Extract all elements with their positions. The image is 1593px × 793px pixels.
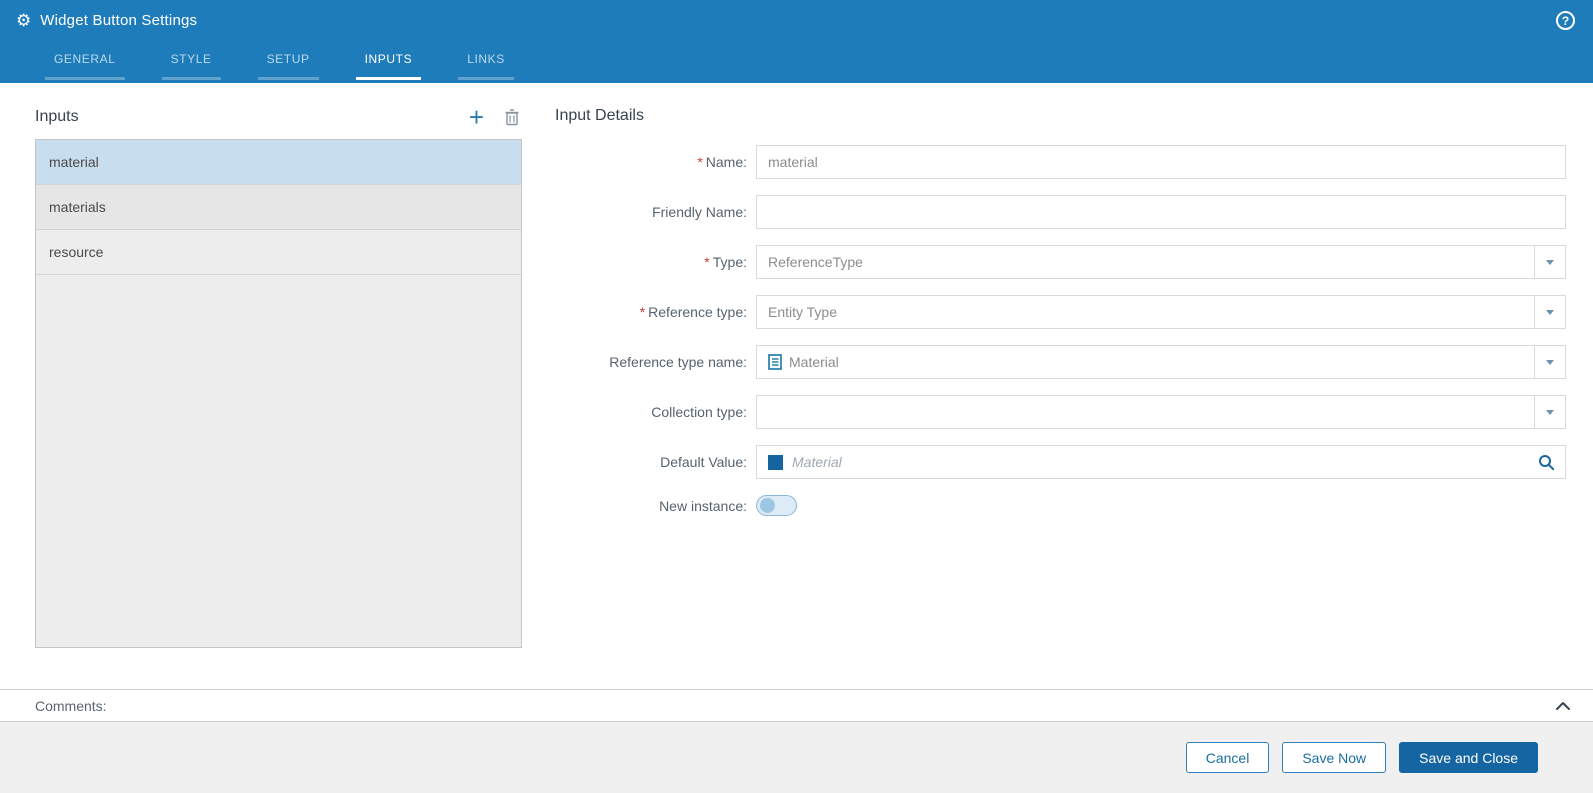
reference-type-name-dropdown-caret-box[interactable]: [1534, 346, 1565, 378]
collection-type-row: Collection type:: [555, 395, 1566, 429]
gear-icon: ⚙: [16, 11, 32, 30]
reference-type-dropdown-value: Entity Type: [768, 304, 838, 320]
chevron-up-icon[interactable]: [1555, 701, 1571, 711]
type-row: * Type: ReferenceType: [555, 245, 1566, 279]
type-label: * Type:: [704, 254, 747, 270]
chevron-down-icon: [1546, 359, 1554, 365]
collection-type-dropdown-caret-box[interactable]: [1534, 396, 1565, 428]
reference-type-name-dropdown[interactable]: Material: [756, 345, 1566, 379]
tab-inputs[interactable]: INPUTS: [355, 41, 422, 80]
type-dropdown[interactable]: ReferenceType: [756, 245, 1566, 279]
chevron-down-icon: [1546, 259, 1554, 265]
tabbar: GENERAL STYLE SETUP INPUTS LINKS: [0, 41, 1593, 83]
name-label: * Name:: [697, 154, 747, 170]
default-value-placeholder: Material: [792, 454, 842, 470]
type-dropdown-caret-box[interactable]: [1534, 246, 1565, 278]
entity-type-icon: [768, 354, 782, 370]
input-details-title: Input Details: [555, 107, 644, 124]
comments-bar: Comments:: [0, 689, 1593, 722]
list-item[interactable]: materials: [36, 185, 521, 230]
inputs-list: material materials resource: [35, 139, 522, 648]
new-instance-toggle[interactable]: [756, 495, 797, 516]
name-field[interactable]: [756, 145, 1566, 179]
save-now-button[interactable]: Save Now: [1282, 742, 1387, 773]
save-and-close-button[interactable]: Save and Close: [1399, 742, 1538, 773]
tab-general[interactable]: GENERAL: [45, 41, 125, 80]
default-value-label: Default Value:: [660, 454, 747, 470]
chevron-down-icon: [1546, 309, 1554, 315]
reference-type-name-label: Reference type name:: [609, 354, 747, 370]
reference-type-dropdown-caret-box[interactable]: [1534, 296, 1565, 328]
chevron-down-icon: [1546, 409, 1554, 415]
search-icon[interactable]: [1538, 454, 1555, 471]
trash-icon: [505, 109, 519, 126]
required-marker: *: [697, 154, 703, 170]
type-dropdown-value: ReferenceType: [768, 254, 863, 270]
reference-type-row: * Reference type: Entity Type: [555, 295, 1566, 329]
titlebar: ⚙ Widget Button Settings ?: [0, 0, 1593, 41]
list-item[interactable]: material: [36, 140, 521, 185]
friendly-name-row: Friendly Name:: [555, 195, 1566, 229]
friendly-name-label: Friendly Name:: [652, 204, 747, 220]
default-value-row: Default Value: Material: [555, 445, 1566, 479]
tab-style[interactable]: STYLE: [161, 41, 221, 80]
name-row: * Name:: [555, 145, 1566, 179]
list-item[interactable]: resource: [36, 230, 521, 275]
comments-label: Comments:: [35, 697, 107, 714]
input-details-panel: Input Details *Name: Friendly Name: *Typ…: [522, 83, 1593, 689]
new-instance-row: New instance:: [555, 495, 1566, 516]
collection-type-dropdown[interactable]: [756, 395, 1566, 429]
content-area: Inputs + material materials resource Inp…: [0, 83, 1593, 689]
tab-setup[interactable]: SETUP: [257, 41, 319, 80]
required-marker: *: [704, 254, 710, 270]
window-title: Widget Button Settings: [40, 12, 198, 29]
new-instance-label: New instance:: [659, 497, 747, 514]
add-input-button[interactable]: +: [469, 104, 484, 130]
reference-type-dropdown[interactable]: Entity Type: [756, 295, 1566, 329]
inputs-panel-header: Inputs +: [35, 104, 522, 130]
footer: Cancel Save Now Save and Close: [0, 722, 1593, 793]
inputs-panel-title: Inputs: [35, 108, 79, 125]
friendly-name-field[interactable]: [756, 195, 1566, 229]
toggle-knob: [760, 498, 775, 513]
delete-input-button[interactable]: [504, 108, 520, 126]
reference-type-name-dropdown-value: Material: [789, 354, 839, 370]
collection-type-label: Collection type:: [651, 404, 747, 420]
cancel-button[interactable]: Cancel: [1185, 742, 1270, 773]
help-icon[interactable]: ?: [1556, 11, 1575, 30]
entity-swatch-icon: [768, 454, 783, 470]
inputs-panel: Inputs + material materials resource: [35, 83, 522, 689]
default-value-field[interactable]: Material: [756, 445, 1566, 479]
tab-links[interactable]: LINKS: [458, 41, 514, 80]
required-marker: *: [639, 304, 646, 320]
reference-type-label: * Reference type:: [639, 304, 747, 320]
reference-type-name-row: Reference type name: Material: [555, 345, 1566, 379]
